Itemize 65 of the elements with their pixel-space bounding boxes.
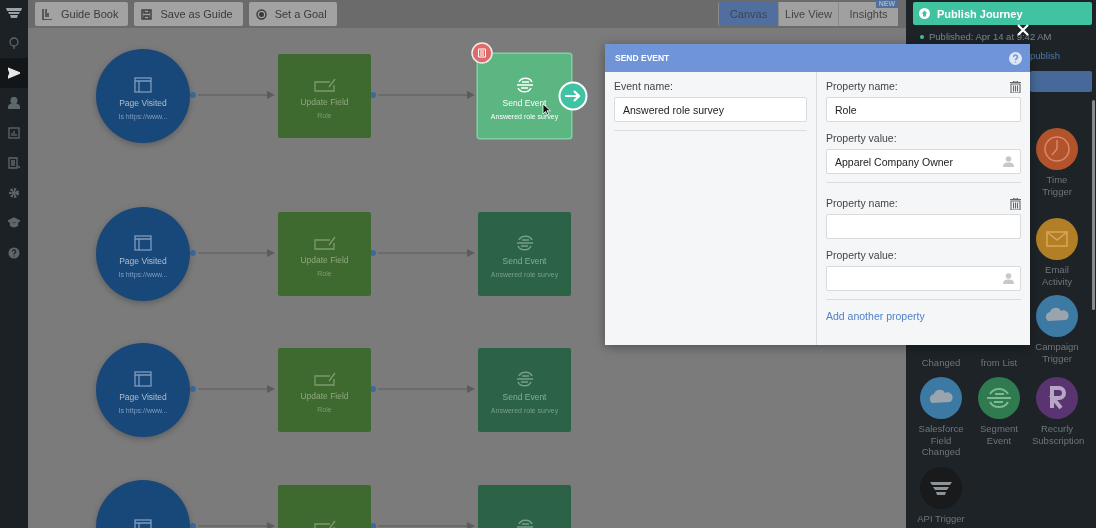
- upload-icon: [919, 8, 930, 19]
- trigger-label: Changed: [921, 356, 961, 368]
- publish-journey-button[interactable]: Publish Journey: [913, 2, 1092, 25]
- trigger-label: Email Activity: [1040, 264, 1074, 287]
- property-name-field[interactable]: [826, 214, 1021, 239]
- node-title: Update Field: [300, 390, 349, 401]
- browser-window-icon: [134, 234, 152, 251]
- toolbar-button[interactable]: Guide Book: [35, 2, 129, 26]
- target-icon: [255, 8, 267, 20]
- trigger-label: Campaign Trigger: [1034, 341, 1080, 364]
- field-label: Property name:: [826, 197, 898, 210]
- user-icon[interactable]: [1003, 156, 1014, 167]
- field-label: Property value:: [826, 132, 898, 145]
- cloud-icon[interactable]: [920, 377, 962, 419]
- node-title: Update Field: [300, 254, 349, 265]
- help-icon[interactable]: [1009, 51, 1022, 65]
- trigger-label: from List: [980, 356, 1018, 368]
- add-property-link[interactable]: Add another property: [826, 310, 1021, 322]
- scrollbar-thumb[interactable]: [1092, 100, 1095, 310]
- delete-node-icon[interactable]: [471, 42, 493, 64]
- toolbar-button[interactable]: Set a Goal: [248, 2, 337, 26]
- trigger-label: Time Trigger: [1041, 174, 1073, 197]
- trigger-label: Segment Event: [979, 423, 1019, 446]
- event-name-field[interactable]: Answered role survey: [614, 97, 807, 122]
- clock-icon[interactable]: [1036, 128, 1078, 170]
- floppy-disk-icon: [141, 8, 153, 20]
- cloud-icon[interactable]: [1036, 295, 1078, 337]
- book-icon: [42, 8, 53, 20]
- send-icon[interactable]: [0, 58, 28, 88]
- edit-field-icon: [313, 235, 336, 250]
- trigger-label: Recurly Subscription: [1032, 423, 1082, 446]
- trigger-label: Salesforce Field Changed: [917, 423, 965, 458]
- trash-icon[interactable]: [1010, 197, 1021, 210]
- trigger-label: API Trigger: [917, 512, 965, 524]
- browser-window-icon: [134, 370, 152, 387]
- node-title: Page Visited: [119, 97, 167, 108]
- letter-r-icon[interactable]: [1036, 377, 1078, 419]
- node-title: Send Event: [502, 391, 547, 402]
- browser-window-icon: [134, 76, 152, 93]
- segment-icon: [515, 76, 534, 93]
- publish-link[interactable]: publish: [1030, 50, 1061, 61]
- field-label: Event name:: [614, 80, 674, 93]
- trash-icon[interactable]: [1010, 80, 1021, 93]
- field-label: Property name:: [826, 80, 898, 93]
- stack-icon[interactable]: [920, 466, 962, 509]
- node-title: Send Event: [502, 97, 547, 108]
- segment-icon: [515, 370, 534, 387]
- dialog-title: SEND EVENT: [615, 53, 670, 63]
- user-icon[interactable]: [1003, 273, 1014, 284]
- toolbar-button[interactable]: Save as Guide: [134, 2, 243, 26]
- logo-icon: [6, 8, 22, 18]
- view-tab[interactable]: Live View: [778, 2, 838, 26]
- node-title: Send Event: [502, 255, 547, 266]
- node-title: Update Field: [300, 96, 349, 107]
- node-title: Page Visited: [119, 255, 167, 266]
- property-value-field[interactable]: [826, 266, 1021, 291]
- edit-field-icon: [313, 77, 336, 92]
- property-value-field[interactable]: Apparel Company Owner: [826, 149, 1021, 174]
- segment-icon: [515, 234, 534, 251]
- edit-field-icon: [313, 371, 336, 386]
- node-title: Page Visited: [119, 391, 167, 402]
- property-name-field[interactable]: Role: [826, 97, 1021, 122]
- segment-icon[interactable]: [978, 377, 1020, 419]
- envelope-icon[interactable]: [1036, 218, 1078, 260]
- field-label: Property value:: [826, 249, 898, 262]
